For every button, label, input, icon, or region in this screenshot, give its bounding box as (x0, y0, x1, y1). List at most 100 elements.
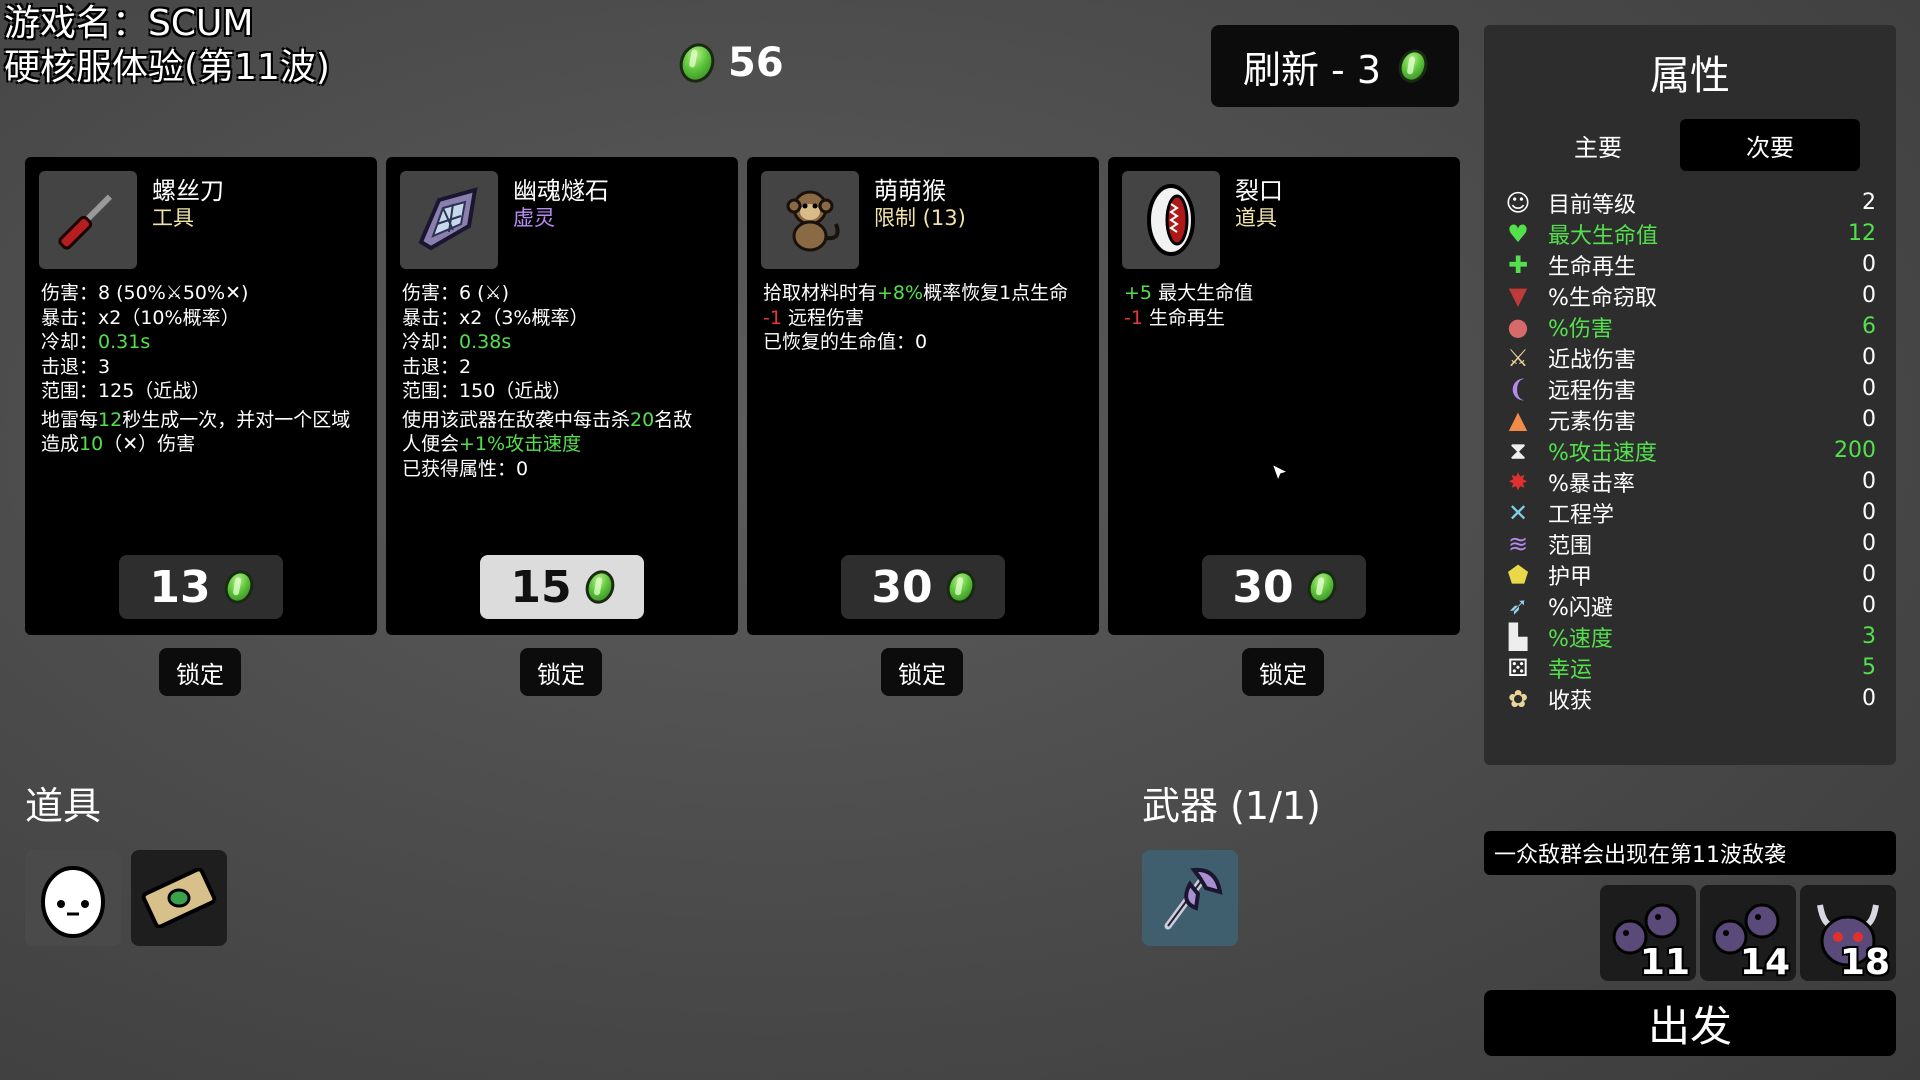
stat-label: 元素伤害 (1548, 409, 1637, 435)
stat-row: ✿ 收获 0 (1504, 683, 1876, 714)
tab-primary-stats[interactable]: 主要 (1508, 119, 1688, 171)
card-name: 萌萌猴 (874, 177, 946, 205)
stat-row: ⚔ 近战伤害 0 (1504, 342, 1876, 373)
melee-damage-icon: ⚔ (484, 282, 502, 304)
buy-price-button[interactable]: 30 (1202, 555, 1366, 619)
shop-card-4[interactable]: 裂口 道具 +5 最大生命值 -1 生命再生 30 (1108, 157, 1460, 635)
shop-card-1[interactable]: 螺丝刀 工具 伤害：8 (50%⚔50%✕) 暴击：x2（10%概率） 冷却：0… (25, 157, 377, 635)
stat-label: 范围 (1548, 533, 1593, 559)
crit-burst-icon: ✸ (1507, 467, 1529, 496)
stat-value: 5 (1862, 655, 1876, 680)
lock-button-3[interactable]: 锁定 (881, 648, 963, 696)
weapon-slot-1[interactable] (1142, 850, 1238, 946)
card-name: 螺丝刀 (152, 177, 224, 205)
stat-value: 0 (1862, 252, 1876, 277)
stat-row: ● %伤害 6 (1504, 311, 1876, 342)
level-icon: ☺ (1505, 188, 1531, 217)
card-type: 虚灵 (513, 206, 555, 230)
material-gem-icon (941, 566, 980, 608)
overlay-subtitle: 硬核服体验(第11波) (4, 46, 330, 90)
stat-label: %生命窃取 (1548, 285, 1657, 311)
tab-secondary-stats[interactable]: 次要 (1680, 119, 1860, 171)
cash-bill-icon (141, 868, 217, 928)
go-button[interactable]: 出发 (1484, 990, 1896, 1056)
stat-value: 12 (1848, 221, 1876, 246)
stat-value: 0 (1862, 345, 1876, 370)
overlay-wave: (第11波) (184, 47, 330, 88)
card-description: 伤害：6 (⚔) 暴击：x2（3%概率） 冷却：0.38s 击退：2 范围：15… (402, 282, 693, 480)
axe-icon (1164, 867, 1223, 930)
sword-icon: ⚔ (1507, 343, 1529, 372)
card-name: 幽魂燧石 (513, 177, 609, 205)
wrench-icon: ✕ (1507, 498, 1529, 527)
heart-plus-icon: ✚ (1507, 250, 1529, 279)
shop-card-3[interactable]: 萌萌猴 限制 (13) 拾取材料时有+8%概率恢复1点生命 -1 远程伤害 已恢… (747, 157, 1099, 635)
screwdriver-icon (39, 171, 137, 269)
stat-label: 最大生命值 (1548, 223, 1659, 249)
ghost-flint-icon (400, 171, 498, 269)
card-type: 道具 (1235, 206, 1277, 230)
stat-label: 护甲 (1548, 564, 1593, 590)
stat-row: ♥ 最大生命值 12 (1504, 218, 1876, 249)
price-value: 13 (149, 561, 211, 613)
item-slot-2[interactable] (131, 850, 227, 946)
stat-label: 远程伤害 (1548, 378, 1637, 404)
stat-label: 近战伤害 (1548, 347, 1637, 373)
stat-row: ✚ 生命再生 0 (1504, 249, 1876, 280)
material-gem-icon (674, 38, 720, 88)
stat-row: ▲ 元素伤害 0 (1504, 404, 1876, 435)
overlay-game-name: 游戏名：SCUM (4, 3, 254, 44)
stats-title: 属性 (1650, 53, 1730, 99)
lock-button-2[interactable]: 锁定 (520, 648, 602, 696)
stat-value: 0 (1862, 686, 1876, 711)
stat-list: ☺ 目前等级 2 ♥ 最大生命值 12 ✚ 生命再生 0 ▼ %生命窃取 0 ● %伤害 6 ⚔ 近战伤害 0 ❨ 远… (1504, 187, 1876, 714)
material-gem-icon (1394, 45, 1433, 87)
stat-value: 200 (1834, 438, 1876, 463)
buy-price-button[interactable]: 30 (841, 555, 1005, 619)
enemy-wave-1[interactable]: 11 (1600, 885, 1696, 983)
stat-label: %伤害 (1548, 316, 1613, 342)
bow-icon: ❨ (1507, 374, 1529, 403)
material-gem-icon (580, 566, 619, 608)
buy-price-button[interactable]: 13 (119, 555, 283, 619)
stream-overlay-title: 游戏名：SCUM 硬核服体验(第11波) (4, 2, 330, 90)
buy-price-button[interactable]: 15 (480, 555, 644, 619)
stat-value: 6 (1862, 314, 1876, 339)
stat-row: ⬟ 护甲 0 (1504, 559, 1876, 590)
range-wave-icon: ≋ (1507, 529, 1529, 558)
shop-card-2[interactable]: 幽魂燧石 虚灵 伤害：6 (⚔) 暴击：x2（3%概率） 冷却：0.38s 击退… (386, 157, 738, 635)
material-gem-icon (1302, 566, 1341, 608)
enemy-wave-3[interactable]: 18 (1800, 885, 1896, 983)
item-slot-1[interactable] (25, 850, 121, 946)
reroll-label: 刷新 - 3 (1242, 47, 1382, 92)
stat-label: %速度 (1548, 626, 1613, 652)
stat-row: ✸ %暴击率 0 (1504, 466, 1876, 497)
material-gem-icon (219, 566, 258, 608)
shield-icon: ⬟ (1507, 560, 1529, 589)
mouse-cursor-icon (1270, 462, 1292, 488)
stat-row: ☺ 目前等级 2 (1504, 187, 1876, 218)
weapons-section-title: 武器 (1/1) (1142, 784, 1321, 828)
stat-row: ✕ 工程学 0 (1504, 497, 1876, 528)
enemy-wave-2[interactable]: 14 (1700, 885, 1796, 983)
egg-face-icon (41, 866, 105, 938)
lock-button-4[interactable]: 锁定 (1242, 648, 1324, 696)
stat-label: 目前等级 (1548, 192, 1637, 218)
stats-panel: 属性 主要 次要 ☺ 目前等级 2 ♥ 最大生命值 12 ✚ 生命再生 0 ▼ %生命窃取 0 ● %伤害… (1484, 25, 1896, 765)
card-type: 工具 (152, 206, 194, 230)
heart-icon: ♥ (1507, 219, 1529, 248)
stat-label: 生命再生 (1548, 254, 1637, 280)
stat-value: 0 (1862, 283, 1876, 308)
enemy-wave-number: 18 (1839, 942, 1890, 983)
stat-value: 2 (1862, 190, 1876, 215)
reroll-button[interactable]: 刷新 - 3 (1211, 25, 1459, 107)
overlay-server: 硬核服体验 (4, 47, 185, 88)
boot-icon: ▙ (1508, 622, 1528, 651)
stat-row: ⚄ 幸运 5 (1504, 652, 1876, 683)
price-value: 30 (871, 561, 933, 613)
hourglass-icon: ⧗ (1509, 436, 1527, 465)
monkey-icon (761, 171, 859, 269)
stat-label: 工程学 (1548, 502, 1615, 528)
lock-button-1[interactable]: 锁定 (159, 648, 241, 696)
stat-value: 0 (1862, 500, 1876, 525)
